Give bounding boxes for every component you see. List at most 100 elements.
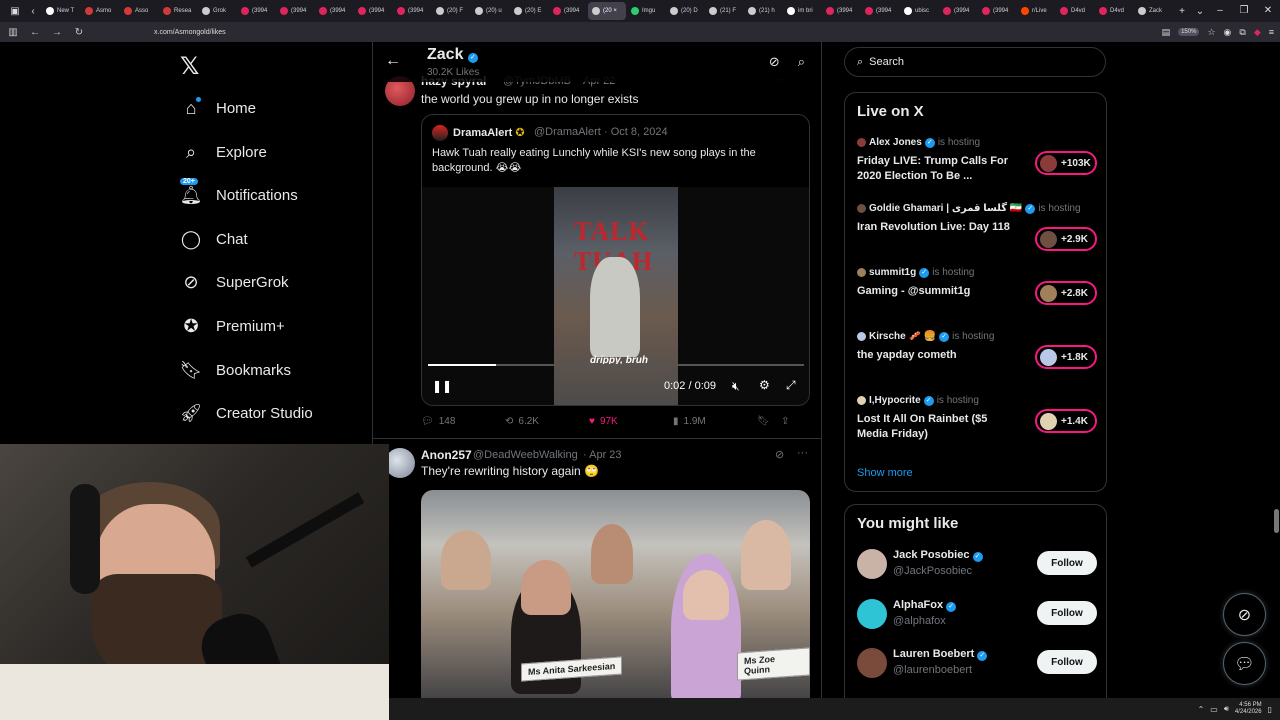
like-button[interactable]: ♥ 97K	[589, 416, 673, 427]
tweet[interactable]: Anon257 @DeadWeebWalking · Apr 23 ⊘ ··· …	[373, 444, 821, 720]
live-listener-pill[interactable]: +1.8K	[1035, 345, 1097, 369]
live-listener-pill[interactable]: +1.4K	[1035, 409, 1097, 433]
nav-item-home[interactable]: ⌂ Home	[180, 93, 256, 123]
volume-icon[interactable]: 🔊︎	[1224, 704, 1229, 714]
menu-icon[interactable]: ≡	[1269, 27, 1274, 37]
browser-tab[interactable]: ubisc	[900, 2, 938, 20]
forward-nav-button[interactable]: →	[50, 27, 64, 38]
zoom-level[interactable]: 150%	[1178, 28, 1200, 36]
browser-tab[interactable]: (3994	[354, 2, 392, 20]
suggestion-name[interactable]: AlphaFox ✓	[893, 599, 957, 612]
video-progress-bar[interactable]	[428, 364, 804, 366]
browser-tab[interactable]: im bri	[783, 2, 821, 20]
page-scrollbar[interactable]	[1274, 509, 1279, 533]
bookmark-button[interactable]: 🔖︎	[757, 416, 781, 427]
search-input[interactable]: ⌕ Search	[844, 47, 1106, 77]
nav-item-supergrok[interactable]: ⊘ SuperGrok	[180, 267, 288, 297]
fullscreen-icon[interactable]: ⤢	[786, 378, 796, 393]
video-player[interactable]: TALK TUAH drippy, bruh ❚❚ 0:02 / 0:09 🔇︎…	[422, 187, 809, 405]
browser-tab[interactable]: (20) u	[471, 2, 509, 20]
quoted-tweet[interactable]: DramaAlert ✪ @DramaAlert · Oct 8, 2024 H…	[421, 114, 810, 406]
browser-tab[interactable]: (3994	[276, 2, 314, 20]
suggestion-name[interactable]: Jack Posobiec ✓	[893, 549, 983, 562]
browser-tab[interactable]: (3994	[393, 2, 431, 20]
sidebar-toggle-icon[interactable]: ▥	[6, 27, 20, 38]
live-item[interactable]: Goldie Ghamari | گلسا قمری 🇮🇷 ✓ is hosting…	[857, 203, 1097, 251]
nav-item-chat[interactable]: ◯ Chat	[180, 224, 248, 254]
bookmark-star-icon[interactable]: ☆	[1207, 27, 1215, 38]
tweet-photo[interactable]: Ms Anita Sarkeesian Ms Zoe Quinn	[421, 490, 810, 710]
tray-chevron-icon[interactable]: ⌃	[1198, 705, 1205, 714]
live-listener-pill[interactable]: +2.9K	[1035, 227, 1097, 251]
live-listener-pill[interactable]: +2.8K	[1035, 281, 1097, 305]
tweet[interactable]: hazy spyral @TymJDbMB Apr 22 ··· the wor…	[373, 70, 821, 440]
settings-gear-icon[interactable]: ⚙	[759, 378, 770, 392]
tweet-date[interactable]: · Apr 23	[583, 449, 622, 461]
suggestion-item[interactable]: AlphaFox ✓ @alphafox Follow	[857, 597, 1097, 633]
more-icon[interactable]: ···	[797, 447, 808, 459]
account-icon[interactable]: ◉	[1224, 27, 1232, 38]
browser-tab[interactable]: (3994	[822, 2, 860, 20]
tweet-handle[interactable]: @DeadWeebWalking	[473, 449, 578, 461]
avatar[interactable]	[857, 549, 887, 579]
browser-tab[interactable]: New T	[42, 2, 80, 20]
nav-item-premium[interactable]: ✪ Premium+	[180, 311, 284, 341]
search-icon[interactable]: ⌕	[798, 54, 805, 70]
tab-overview-icon[interactable]: ▣	[6, 2, 24, 20]
nav-item-creator-studio[interactable]: 🚀︎ Creator Studio	[180, 398, 313, 428]
browser-tab[interactable]: (3994	[549, 2, 587, 20]
browser-tab[interactable]: (20) E	[510, 2, 548, 20]
browser-tab[interactable]: D4vd	[1095, 2, 1133, 20]
clock[interactable]: 4:56 PM 4/24/2026	[1235, 702, 1262, 716]
nav-item-explore[interactable]: ⌕ Explore	[180, 137, 267, 167]
browser-tab[interactable]: r/Live	[1017, 2, 1055, 20]
network-icon[interactable]: ▭	[1210, 705, 1218, 714]
browser-tab[interactable]: (21) F	[705, 2, 743, 20]
browser-tab[interactable]: (3994	[237, 2, 275, 20]
restore-button[interactable]: ❐	[1232, 0, 1256, 22]
browser-tab[interactable]: Asso	[120, 2, 158, 20]
minimize-button[interactable]: –	[1208, 0, 1232, 22]
browser-tab[interactable]: D4vd	[1056, 2, 1094, 20]
browser-tab[interactable]: Resea	[159, 2, 197, 20]
grok-icon[interactable]: ⊘	[769, 54, 780, 70]
browser-tab[interactable]: Asmo	[81, 2, 119, 20]
tweet-author[interactable]: Anon257	[421, 448, 472, 462]
nav-item-bookmarks[interactable]: 🔖︎ Bookmarks	[180, 355, 291, 385]
reply-button[interactable]: 💬︎ 148	[421, 416, 505, 427]
address-bar[interactable]: x.com/Asmongold/likes	[154, 29, 226, 36]
x-logo-icon[interactable]: 𝕏	[180, 52, 199, 81]
show-more-link[interactable]: Show more	[857, 467, 913, 479]
browser-tab[interactable]: (20) F	[432, 2, 470, 20]
follow-button[interactable]: Follow	[1037, 601, 1097, 625]
follow-button[interactable]: Follow	[1037, 650, 1097, 674]
browser-tab[interactable]: (3994	[978, 2, 1016, 20]
share-button[interactable]: ⇪	[781, 416, 805, 427]
browser-tab[interactable]: (3994	[939, 2, 977, 20]
browser-tab[interactable]: Grok	[198, 2, 236, 20]
browser-tab[interactable]: (3994	[315, 2, 353, 20]
avatar[interactable]	[385, 448, 415, 478]
pause-icon[interactable]: ❚❚	[432, 379, 452, 393]
new-tab-button[interactable]: +	[1173, 2, 1191, 20]
browser-tab[interactable]: (20) D	[666, 2, 704, 20]
close-window-button[interactable]: ✕	[1256, 0, 1280, 22]
suggestion-item[interactable]: Jack Posobiec ✓ @JackPosobiec Follow	[857, 547, 1097, 583]
grok-fab-button[interactable]: ⊘	[1223, 593, 1266, 636]
chat-fab-button[interactable]: 💬︎	[1223, 642, 1266, 685]
views-button[interactable]: ▮ 1.9M	[673, 416, 757, 427]
tab-scroll-left-icon[interactable]: ‹	[24, 2, 42, 20]
live-item[interactable]: Kirsche 🥓 🍔 ✓ is hosting the yapday cometh +…	[857, 331, 1097, 369]
mute-icon[interactable]: 🔇︎	[732, 379, 740, 394]
repost-button[interactable]: ⟲ 6.2K	[505, 416, 589, 427]
follow-button[interactable]: Follow	[1037, 551, 1097, 575]
browser-tab[interactable]: (20 ×	[588, 2, 626, 20]
tab-list-dropdown-icon[interactable]: ⌄	[1191, 2, 1209, 20]
notification-center-icon[interactable]: ▯	[1268, 705, 1272, 714]
live-listener-pill[interactable]: +103K	[1035, 151, 1097, 175]
live-item[interactable]: I,Hypocrite ✓ is hosting Lost It All On Rai…	[857, 395, 1097, 442]
browser-tab[interactable]: (3994	[861, 2, 899, 20]
browser-tab[interactable]: Zack	[1134, 2, 1172, 20]
reload-button[interactable]: ↻	[72, 27, 86, 38]
live-item[interactable]: Alex Jones ✓ is hosting Friday LIVE: Trump …	[857, 137, 1097, 184]
